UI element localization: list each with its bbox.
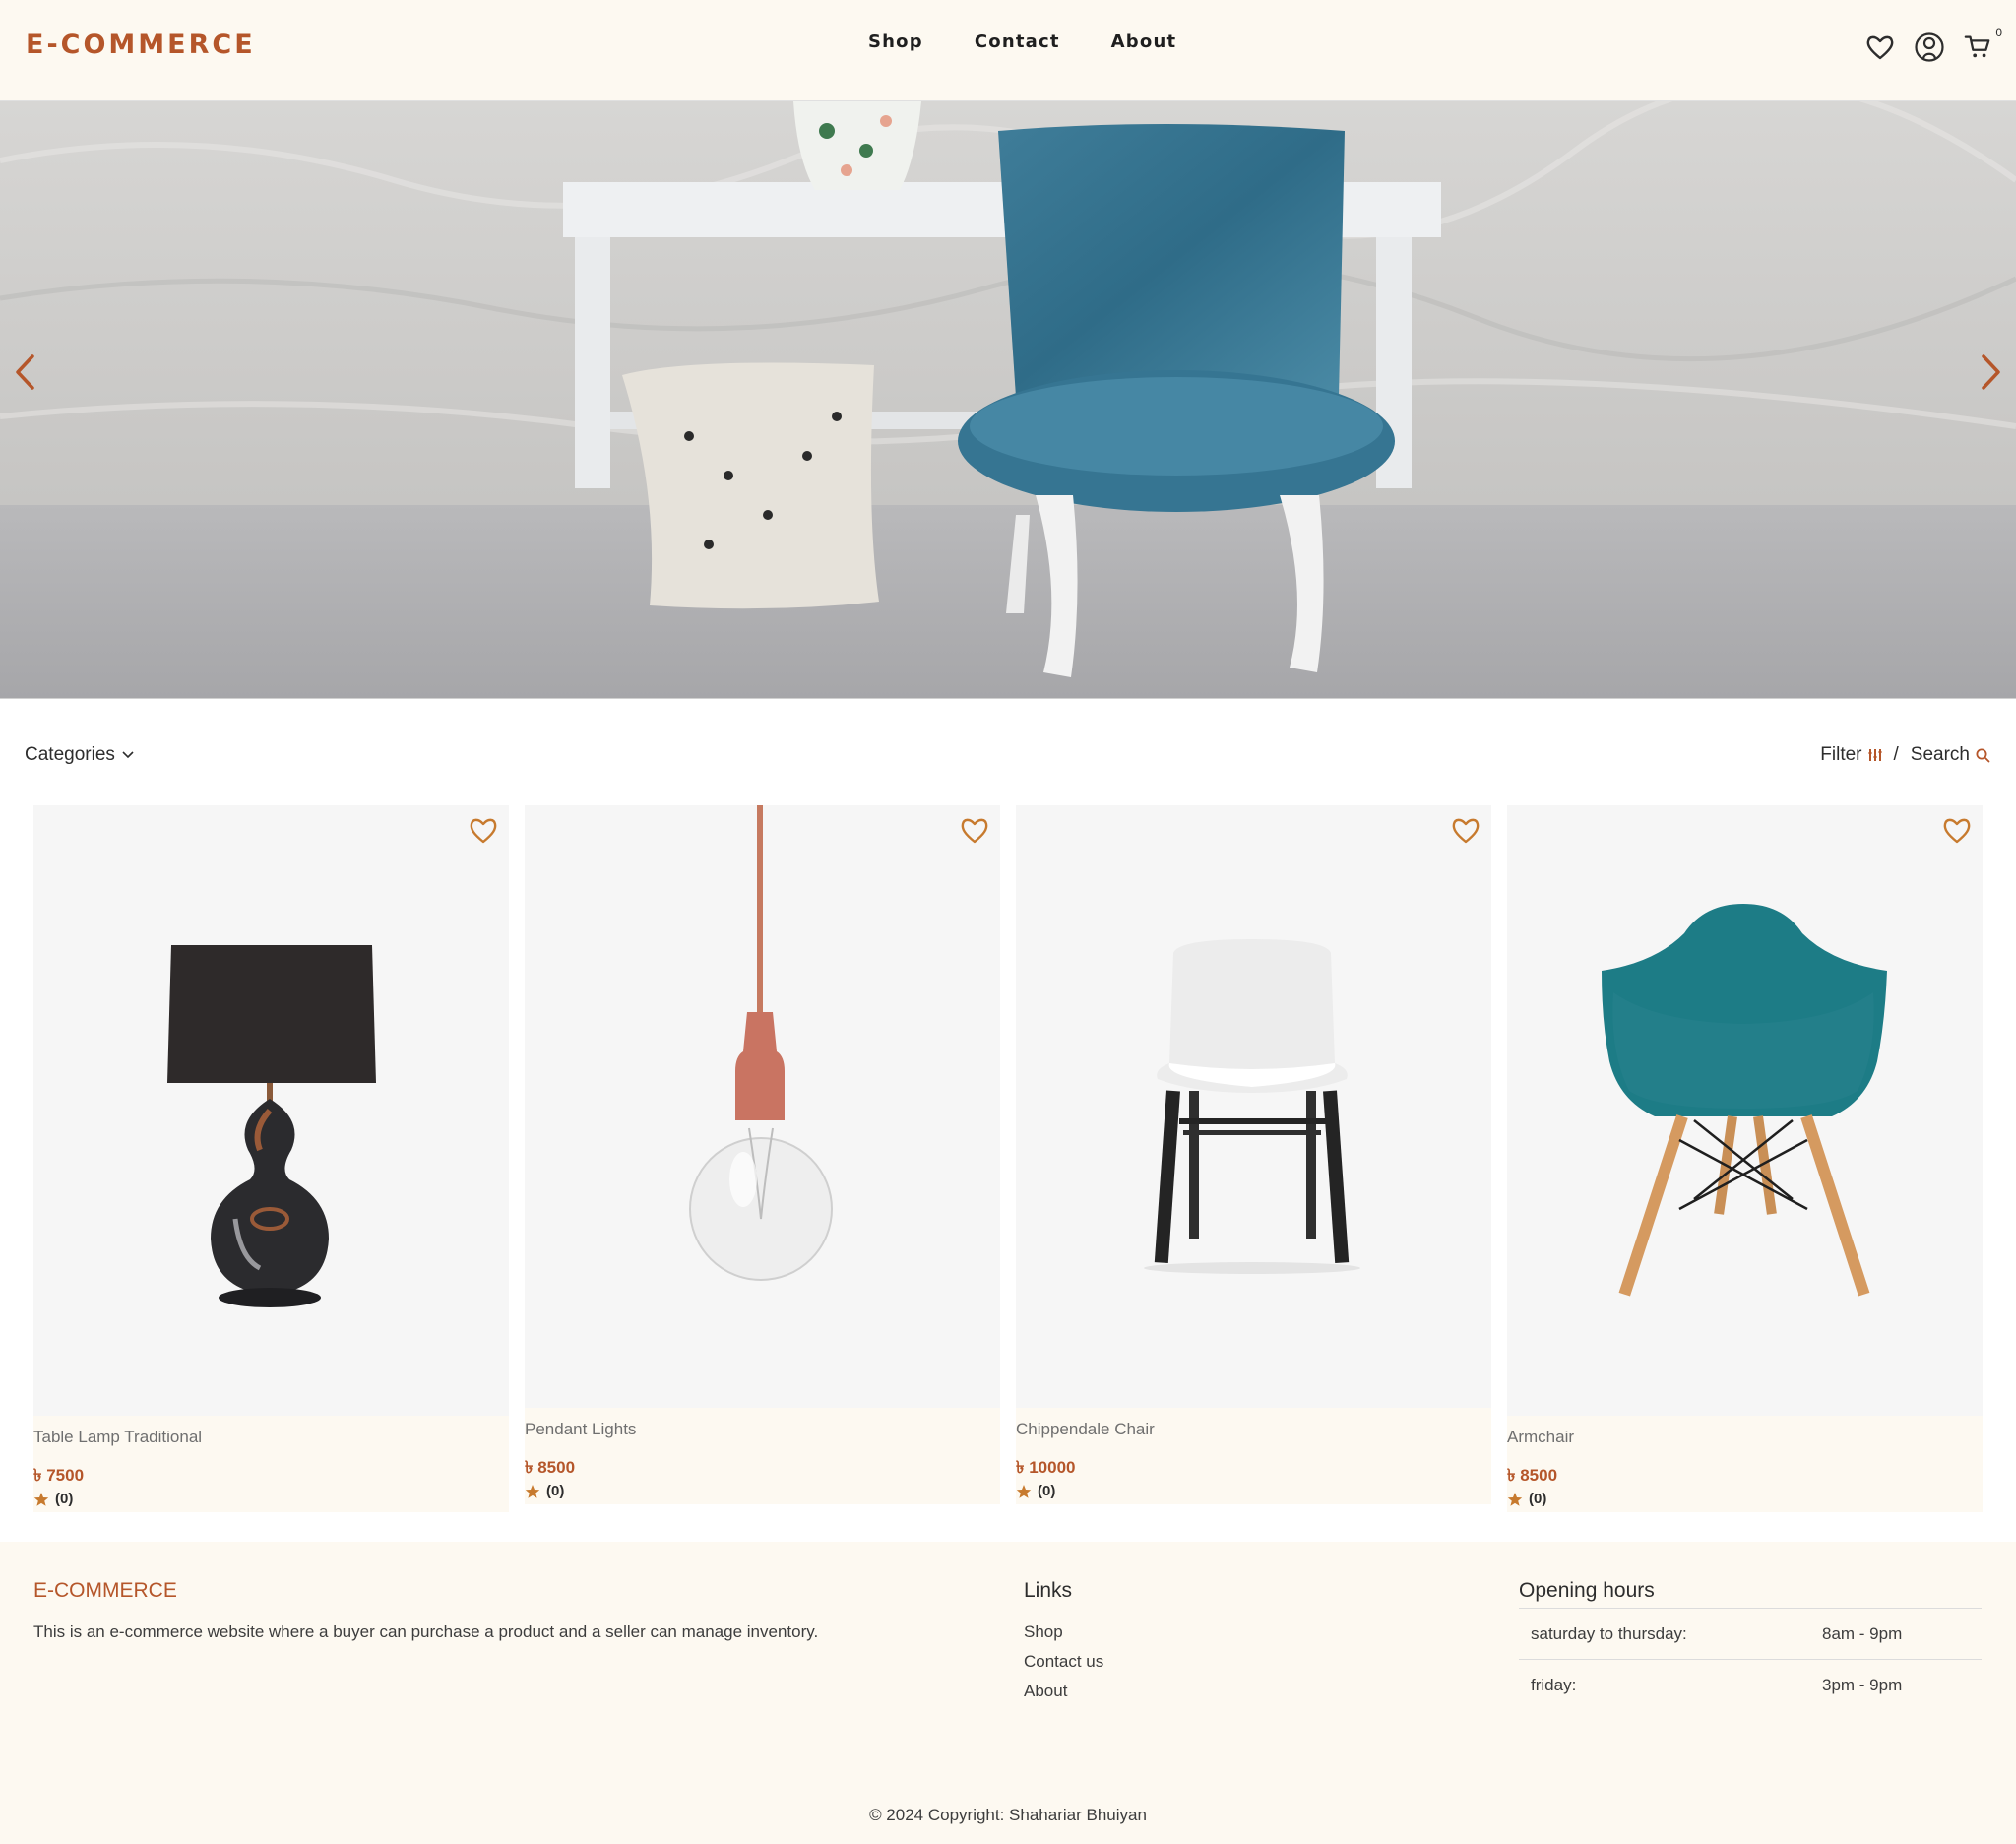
product-rating: (0) [1016, 1483, 1055, 1499]
main-nav: Shop Contact About [868, 32, 1176, 52]
price-value: 10000 [1029, 1458, 1076, 1477]
filter-search-group: Filter / Search [1820, 744, 1990, 766]
categories-dropdown[interactable]: Categories [25, 744, 135, 766]
carousel-next-button[interactable] [1975, 346, 2008, 399]
categories-label: Categories [25, 744, 115, 765]
currency-symbol: ৳ [525, 1458, 534, 1477]
product-grid: Table Lamp Traditional ৳ 7500 (0) Pendan… [33, 805, 1983, 1512]
site-logo[interactable]: E-COMMERCE [26, 30, 256, 60]
product-info: Chippendale Chair ৳ 10000 (0) [1016, 1408, 1491, 1504]
toolbar-separator: / [1893, 744, 1899, 765]
wishlist-heart-icon[interactable] [959, 815, 990, 845]
hero-carousel [0, 100, 2016, 699]
star-icon [1016, 1484, 1032, 1498]
product-image [167, 945, 376, 1307]
currency-symbol: ৳ [33, 1466, 42, 1485]
search-icon [1976, 748, 1990, 762]
product-image [1144, 939, 1360, 1274]
star-icon [33, 1492, 49, 1506]
hours-day: friday: [1531, 1676, 1577, 1694]
star-icon [525, 1484, 540, 1498]
footer-links: Shop Contact us About [1024, 1622, 1103, 1701]
carousel-prev-button[interactable] [8, 346, 41, 399]
product-info: Table Lamp Traditional ৳ 7500 (0) [33, 1416, 509, 1512]
price-value: 8500 [537, 1458, 576, 1477]
product-image-wrapper [525, 805, 1000, 1408]
footer-link-contact[interactable]: Contact us [1024, 1652, 1103, 1672]
currency-symbol: ৳ [1507, 1466, 1516, 1485]
cart-count-badge: 0 [1995, 26, 2002, 39]
product-toolbar: Categories Filter / Search [0, 734, 2016, 782]
price-value: 8500 [1520, 1466, 1558, 1485]
product-image [689, 805, 833, 1281]
currency-symbol: ৳ [1016, 1458, 1025, 1477]
product-info: Pendant Lights ৳ 8500 (0) [525, 1408, 1000, 1504]
site-footer: E-COMMERCE This is an e-commerce website… [0, 1542, 2016, 1844]
hero-image [0, 101, 2016, 698]
product-price: ৳ 8500 [525, 1455, 575, 1483]
filter-label: Filter [1820, 744, 1862, 765]
hours-time: 8am - 9pm [1822, 1624, 1903, 1643]
opening-hours-table: saturday to thursday: 8am - 9pm friday: … [1519, 1608, 1982, 1711]
chevron-left-icon [16, 354, 34, 390]
site-header: E-COMMERCE Shop Contact About 0 [0, 0, 2016, 100]
product-rating: (0) [33, 1491, 73, 1507]
footer-link-shop[interactable]: Shop [1024, 1622, 1103, 1642]
search-label: Search [1910, 744, 1970, 765]
product-price: ৳ 7500 [33, 1463, 84, 1491]
product-price: ৳ 8500 [1507, 1463, 1557, 1491]
product-name[interactable]: Chippendale Chair [1016, 1420, 1155, 1439]
filter-icon [1868, 749, 1882, 761]
product-name[interactable]: Pendant Lights [525, 1420, 636, 1439]
cart-icon[interactable]: 0 [1963, 26, 2002, 63]
star-icon [1507, 1492, 1523, 1506]
hours-row: friday: 3pm - 9pm [1519, 1660, 1982, 1711]
product-name[interactable]: Armchair [1507, 1428, 1574, 1447]
product-image-wrapper [1507, 805, 1983, 1416]
hours-time: 3pm - 9pm [1822, 1676, 1903, 1694]
product-price: ৳ 10000 [1016, 1455, 1075, 1483]
header-actions: 0 [1864, 26, 2002, 63]
heart-icon[interactable] [1864, 32, 1896, 63]
user-icon[interactable] [1914, 32, 1945, 63]
footer-brand: E-COMMERCE [33, 1579, 177, 1602]
rating-count: (0) [1038, 1483, 1056, 1499]
product-rating: (0) [525, 1483, 564, 1499]
copyright-text: © 2024 Copyright: Shahariar Bhuiyan [869, 1806, 1147, 1824]
footer-description: This is an e-commerce website where a bu… [33, 1622, 819, 1641]
footer-links-title: Links [1024, 1579, 1073, 1602]
product-image-wrapper [33, 805, 509, 1416]
chevron-right-icon [1982, 354, 2000, 390]
price-value: 7500 [46, 1466, 85, 1485]
product-name[interactable]: Table Lamp Traditional [33, 1428, 202, 1447]
rating-count: (0) [1529, 1491, 1547, 1507]
wishlist-heart-icon[interactable] [1941, 815, 1973, 845]
nav-about[interactable]: About [1111, 32, 1177, 52]
product-info: Armchair ৳ 8500 (0) [1507, 1416, 1983, 1512]
search-button[interactable]: Search [1911, 744, 1990, 766]
footer-link-about[interactable]: About [1024, 1682, 1103, 1701]
product-image [1602, 904, 1887, 1297]
product-rating: (0) [1507, 1491, 1546, 1507]
wishlist-heart-icon[interactable] [468, 815, 499, 845]
hours-row: saturday to thursday: 8am - 9pm [1519, 1609, 1982, 1660]
hours-day: saturday to thursday: [1531, 1624, 1687, 1643]
opening-hours-title: Opening hours [1519, 1579, 1655, 1602]
filter-button[interactable]: Filter [1820, 744, 1882, 766]
product-image-wrapper [1016, 805, 1491, 1408]
chevron-down-icon [122, 751, 134, 759]
rating-count: (0) [55, 1491, 74, 1507]
nav-contact[interactable]: Contact [975, 32, 1060, 52]
wishlist-heart-icon[interactable] [1450, 815, 1481, 845]
rating-count: (0) [546, 1483, 565, 1499]
nav-shop[interactable]: Shop [868, 32, 923, 52]
